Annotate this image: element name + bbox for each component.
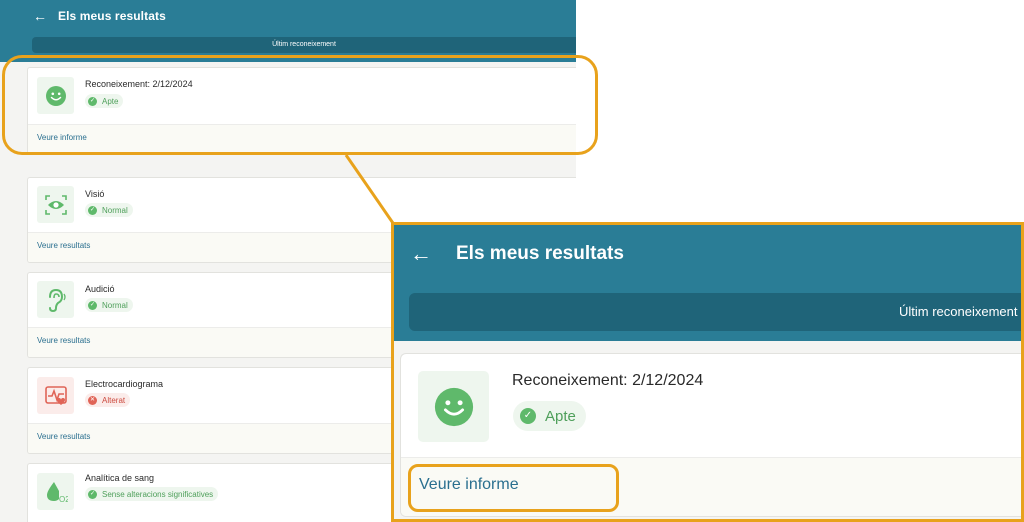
- tab-label: Últim reconeixement: [899, 304, 1018, 319]
- checkup-tile: [418, 371, 489, 442]
- back-button[interactable]: ←: [30, 6, 50, 26]
- status-label: Normal: [102, 300, 128, 310]
- svg-text:O2: O2: [59, 495, 68, 504]
- zoom-panel: ← Els meus resultats Últim reconeixement…: [391, 222, 1024, 522]
- zoom-header: ← Els meus resultats Últim reconeixement: [394, 225, 1021, 341]
- tab-last-checkup[interactable]: Últim reconeixement: [32, 37, 576, 53]
- check-icon: ✓: [520, 408, 536, 424]
- view-results-link[interactable]: Veure resultats: [37, 336, 90, 345]
- card-title: Electrocardiograma: [85, 379, 164, 389]
- status-label: Sense alteracions significatives: [102, 489, 214, 499]
- status-badge: ✓ Sense alteracions significatives: [85, 487, 219, 501]
- check-icon: ✓: [88, 205, 97, 215]
- status-badge: ✓ Apte: [513, 401, 586, 431]
- check-icon: ✓: [88, 489, 97, 499]
- heart-rate-icon: [44, 385, 67, 405]
- back-button[interactable]: ←: [408, 241, 434, 267]
- status-badge: ✓ Normal: [85, 298, 133, 312]
- arrow-left-icon: ←: [410, 241, 432, 266]
- blood-test-tile: O2: [37, 473, 74, 510]
- page-title: Els meus resultats: [58, 9, 166, 23]
- card-title: Visió: [85, 189, 105, 199]
- view-results-link[interactable]: Veure resultats: [37, 241, 90, 250]
- status-label: Apte: [545, 407, 576, 425]
- view-results-link[interactable]: Veure resultats: [37, 432, 90, 441]
- cross-icon: ✕: [88, 395, 97, 405]
- status-label: Alterat: [102, 395, 126, 405]
- ecg-tile: [37, 377, 74, 414]
- hearing-tile: [37, 281, 74, 318]
- status-badge: ✓ Normal: [85, 203, 133, 217]
- status-badge: ✕ Alterat: [85, 393, 131, 407]
- status-label: Normal: [102, 205, 128, 215]
- eye-scan-icon: [44, 194, 67, 215]
- check-icon: ✓: [88, 300, 97, 310]
- highlight-link-box: [408, 464, 619, 512]
- card-title: Analítica de sang: [85, 473, 155, 483]
- card-title: Reconeixement: 2/12/2024: [512, 372, 704, 389]
- tab-last-checkup[interactable]: Últim reconeixement: [409, 293, 1021, 331]
- ear-icon: [48, 288, 66, 312]
- blood-drop-o2-icon: O2: [46, 481, 68, 504]
- smiley-icon: [434, 387, 473, 426]
- page-title: Els meus resultats: [456, 243, 624, 264]
- vision-tile: [37, 186, 74, 223]
- highlight-outline: [2, 55, 598, 155]
- app-header: ← Els meus resultats Últim reconeixement: [0, 0, 576, 62]
- card-title: Audició: [85, 284, 115, 294]
- arrow-left-icon: ←: [33, 8, 47, 24]
